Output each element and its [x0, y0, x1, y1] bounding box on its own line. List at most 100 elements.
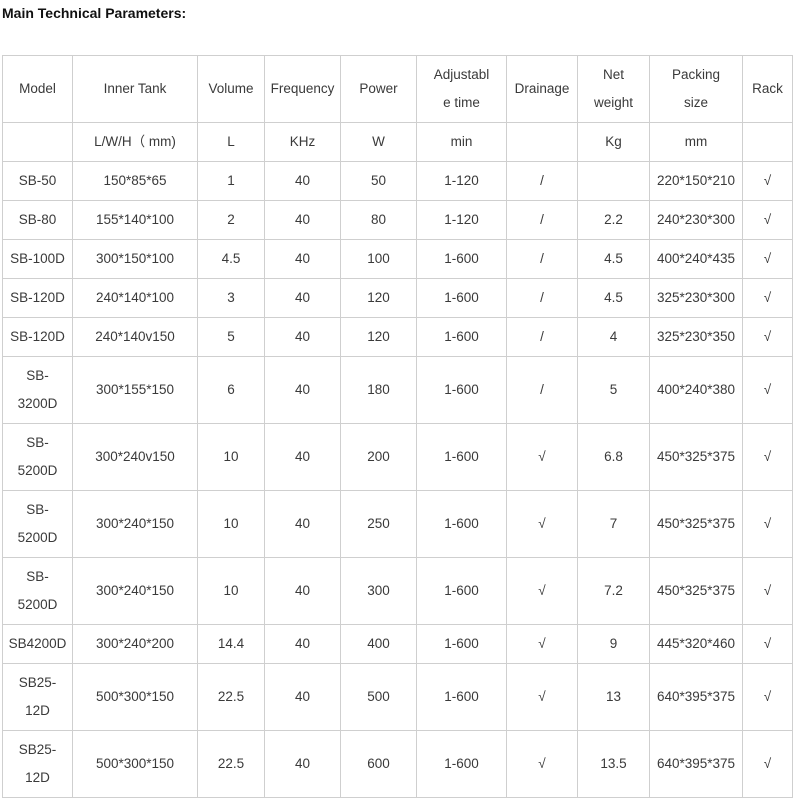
- cell-packing-size: 400*240*380: [649, 356, 743, 424]
- cell-volume: 10: [197, 423, 265, 491]
- cell-frequency: 40: [264, 423, 341, 491]
- cell-drainage: √: [506, 423, 578, 491]
- cell-packing-size: 640*395*375: [649, 730, 743, 798]
- table-row: SB-120D 240*140*100 3 40 120 1-600/4.5 325*230…: [2, 278, 793, 318]
- cell-inner-tank: 300*240*150: [72, 490, 198, 558]
- cell-model: SB4200D: [2, 624, 73, 664]
- cell-packing-size: 450*325*375: [649, 490, 743, 558]
- header-drainage: Drainage: [506, 55, 578, 123]
- header-row: Model Inner Tank Volume Frequency Power …: [2, 55, 793, 123]
- cell-adjustable-time: 1-600: [416, 239, 507, 279]
- cell-drainage: /: [506, 356, 578, 424]
- unit-model: [2, 122, 73, 162]
- table-row: SB-100D 300*150*100 4.5 40 100 1-600/4.5 400*2…: [2, 239, 793, 279]
- table-row: SB25-12D 500*300*150 22.5 40 500 1-600 √ 13 640*…: [2, 663, 793, 731]
- table-row: SB-120D 240*140v150 5 40 120 1-600/4 325*230*3…: [2, 317, 793, 357]
- cell-frequency: 40: [264, 624, 341, 664]
- cell-inner-tank: 240*140*100: [72, 278, 198, 318]
- table-row: SB-5200D 300*240v150 10 40 200 1-600 √ 6.8 450*3…: [2, 423, 793, 491]
- cell-adjustable-time: 1-600: [416, 317, 507, 357]
- cell-rack: √: [742, 490, 793, 558]
- cell-rack: √: [742, 200, 793, 240]
- cell-volume: 1: [197, 161, 265, 201]
- cell-model: SB25-12D: [2, 663, 73, 731]
- cell-power: 100: [340, 239, 417, 279]
- cell-frequency: 40: [264, 239, 341, 279]
- cell-adjustable-time: 1-600: [416, 557, 507, 625]
- cell-drainage: /: [506, 161, 578, 201]
- cell-power: 200: [340, 423, 417, 491]
- cell-model: SB-5200D: [2, 490, 73, 558]
- cell-net-weight: 4.5: [577, 278, 650, 318]
- cell-net-weight: 7: [577, 490, 650, 558]
- header-inner-tank: Inner Tank: [72, 55, 198, 123]
- cell-power: 180: [340, 356, 417, 424]
- cell-adjustable-time: 1-600: [416, 730, 507, 798]
- cell-adjustable-time: 1-120: [416, 161, 507, 201]
- cell-drainage: √: [506, 624, 578, 664]
- cell-inner-tank: 300*240v150: [72, 423, 198, 491]
- cell-model: SB-120D: [2, 317, 73, 357]
- page-title: Main Technical Parameters:: [2, 5, 187, 21]
- cell-net-weight: 4.5: [577, 239, 650, 279]
- cell-rack: √: [742, 663, 793, 731]
- unit-adjustable-time: min: [416, 122, 507, 162]
- cell-drainage: √: [506, 557, 578, 625]
- unit-net-weight: Kg: [577, 122, 650, 162]
- table-row: SB-50 150*85*65 1 40 50 1-120/ 220*150*210 √: [2, 161, 793, 201]
- cell-drainage: √: [506, 730, 578, 798]
- cell-rack: √: [742, 557, 793, 625]
- cell-packing-size: 240*230*300: [649, 200, 743, 240]
- table-row: SB-5200D 300*240*150 10 40 300 1-600 √ 7.2 450*3…: [2, 557, 793, 625]
- cell-frequency: 40: [264, 161, 341, 201]
- cell-frequency: 40: [264, 490, 341, 558]
- cell-drainage: /: [506, 239, 578, 279]
- cell-adjustable-time: 1-600: [416, 356, 507, 424]
- cell-adjustable-time: 1-600: [416, 663, 507, 731]
- unit-drainage: [506, 122, 578, 162]
- cell-rack: √: [742, 356, 793, 424]
- units-row: L/W/H（ mm) L KHz W min Kg mm: [2, 122, 793, 162]
- cell-rack: √: [742, 624, 793, 664]
- cell-frequency: 40: [264, 356, 341, 424]
- cell-packing-size: 220*150*210: [649, 161, 743, 201]
- cell-rack: √: [742, 317, 793, 357]
- cell-volume: 22.5: [197, 730, 265, 798]
- cell-packing-size: 445*320*460: [649, 624, 743, 664]
- cell-net-weight: 13: [577, 663, 650, 731]
- cell-volume: 4.5: [197, 239, 265, 279]
- cell-inner-tank: 240*140v150: [72, 317, 198, 357]
- cell-volume: 14.4: [197, 624, 265, 664]
- unit-rack: [742, 122, 793, 162]
- cell-drainage: /: [506, 317, 578, 357]
- header-rack: Rack: [742, 55, 793, 123]
- cell-net-weight: 4: [577, 317, 650, 357]
- cell-power: 600: [340, 730, 417, 798]
- cell-inner-tank: 500*300*150: [72, 663, 198, 731]
- parameters-table: Model Inner Tank Volume Frequency Power …: [2, 55, 793, 798]
- table-row: SB-3200D 300*155*150 6 40 180 1-600/5 400*240*…: [2, 356, 793, 424]
- cell-frequency: 40: [264, 557, 341, 625]
- cell-adjustable-time: 1-600: [416, 624, 507, 664]
- cell-volume: 2: [197, 200, 265, 240]
- table-row: SB4200D 300*240*200 14.4 40 400 1-600 √ 9 445*32…: [2, 624, 793, 664]
- header-volume: Volume: [197, 55, 265, 123]
- cell-inner-tank: 300*150*100: [72, 239, 198, 279]
- cell-model: SB-100D: [2, 239, 73, 279]
- cell-packing-size: 325*230*300: [649, 278, 743, 318]
- unit-volume: L: [197, 122, 265, 162]
- cell-packing-size: 325*230*350: [649, 317, 743, 357]
- cell-drainage: /: [506, 278, 578, 318]
- cell-inner-tank: 155*140*100: [72, 200, 198, 240]
- header-adjustable-time: Adjustable time: [416, 55, 507, 123]
- cell-rack: √: [742, 278, 793, 318]
- cell-adjustable-time: 1-600: [416, 423, 507, 491]
- unit-power: W: [340, 122, 417, 162]
- cell-frequency: 40: [264, 663, 341, 731]
- cell-power: 50: [340, 161, 417, 201]
- cell-power: 120: [340, 278, 417, 318]
- cell-model: SB-80: [2, 200, 73, 240]
- cell-model: SB-120D: [2, 278, 73, 318]
- cell-packing-size: 450*325*375: [649, 423, 743, 491]
- unit-inner-tank: L/W/H（ mm): [72, 122, 198, 162]
